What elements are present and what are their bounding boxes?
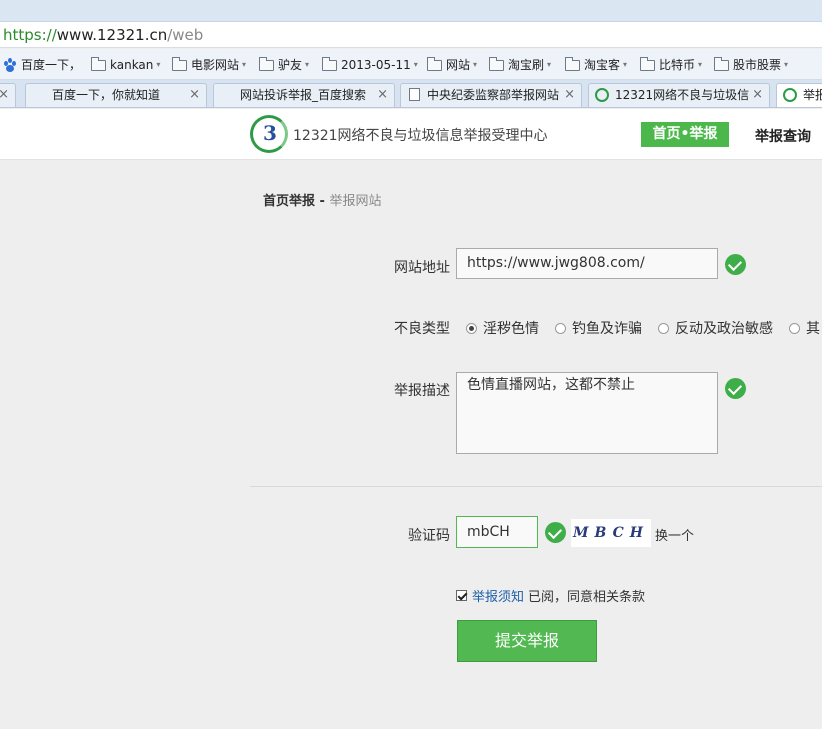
- description-label: 举报描述: [394, 383, 450, 399]
- folder-icon: [640, 56, 655, 71]
- baidu-paw-icon: [32, 88, 46, 102]
- radio-dot[interactable]: [789, 322, 800, 334]
- breadcrumb: 首页举报 - 举报网站: [263, 190, 381, 209]
- bookmark-folder-bitcoin[interactable]: 比特币 ▾: [640, 56, 702, 74]
- close-icon[interactable]: ×: [0, 84, 9, 106]
- address-bar[interactable]: https://www.12321.cn/web: [0, 21, 822, 48]
- check-circle-icon: [545, 522, 566, 543]
- tab-active-report[interactable]: 举报: [776, 83, 822, 107]
- chevron-down-icon: ▾: [156, 60, 161, 69]
- folder-icon: [714, 56, 729, 71]
- bookmark-folder-taobao-ke[interactable]: 淘宝客 ▾: [565, 56, 627, 74]
- radio-dot-selected[interactable]: [466, 322, 477, 334]
- captcha-image[interactable]: MBCH: [571, 519, 651, 547]
- chevron-down-icon: ▾: [473, 60, 478, 69]
- tab-12321[interactable]: 12321网络不良与垃圾信 ×: [588, 83, 770, 107]
- agreement-row: 举报须知 已阅，同意相关条款: [456, 586, 645, 605]
- url-path: /web: [167, 26, 204, 44]
- baidu-paw-icon: [220, 88, 234, 102]
- radio-porn[interactable]: 淫秽色情: [466, 318, 539, 338]
- captcha-label: 验证码: [408, 528, 450, 544]
- bookmark-folder-travel[interactable]: 驴友 ▾: [259, 56, 309, 74]
- document-icon: [409, 88, 420, 101]
- radio-dot[interactable]: [658, 322, 669, 334]
- close-icon[interactable]: ×: [564, 84, 575, 106]
- site-logo-icon[interactable]: 3: [250, 115, 288, 153]
- folder-icon: [427, 56, 442, 71]
- agreement-text: 已阅，同意相关条款: [528, 590, 646, 605]
- form-divider: [250, 486, 822, 487]
- radio-other[interactable]: 其: [789, 318, 820, 338]
- captcha-input[interactable]: mbCH: [456, 516, 538, 548]
- bookmark-folder-date[interactable]: 2013-05-11 ▾: [322, 56, 418, 74]
- radio-dot[interactable]: [555, 322, 566, 334]
- radio-political[interactable]: 反动及政治敏感: [658, 318, 773, 338]
- breadcrumb-current: 举报网站: [329, 194, 382, 209]
- close-icon[interactable]: ×: [189, 84, 200, 106]
- chevron-down-icon: ▾: [698, 60, 703, 69]
- bookmark-folder-sites[interactable]: 网站 ▾: [427, 56, 477, 74]
- folder-icon: [259, 56, 274, 71]
- close-icon[interactable]: ×: [752, 84, 763, 106]
- tab-ccdi[interactable]: 中央纪委监察部举报网站 ×: [400, 83, 582, 107]
- url-input[interactable]: https://www.jwg808.com/: [456, 248, 718, 279]
- nav-report-query[interactable]: 举报查询: [755, 126, 811, 146]
- url-host: www.12321.cn: [56, 26, 168, 44]
- agreement-checkbox[interactable]: [456, 590, 467, 601]
- bookmark-folder-taobao-brush[interactable]: 淘宝刷 ▾: [489, 56, 551, 74]
- tab-baidu-search[interactable]: 网站投诉举报_百度搜索 ×: [213, 83, 395, 107]
- baidu-paw-icon: [3, 58, 17, 72]
- address-url[interactable]: https://www.12321.cn/web: [3, 25, 203, 45]
- check-circle-icon: [725, 254, 746, 275]
- type-label: 不良类型: [394, 321, 450, 337]
- chevron-down-icon: ▾: [547, 60, 552, 69]
- bookmark-folder-stocks[interactable]: 股市股票 ▾: [714, 56, 788, 74]
- site-logo-icon: [595, 88, 609, 102]
- bookmarks-bar: 百度一下， kankan ▾ 电影网站 ▾ 驴友 ▾ 2013-05-11 ▾ 网站 ▾ …: [0, 49, 822, 80]
- nav-home-report[interactable]: 首页•举报: [641, 122, 729, 147]
- breadcrumb-separator: -: [315, 194, 330, 209]
- folder-icon: [322, 56, 337, 71]
- chevron-down-icon: ▾: [623, 60, 628, 69]
- close-icon[interactable]: ×: [377, 84, 388, 106]
- submit-report-button[interactable]: 提交举报: [457, 620, 597, 662]
- folder-icon: [172, 56, 187, 71]
- description-textarea[interactable]: 色情直播网站，这都不禁止: [456, 372, 718, 454]
- folder-icon: [91, 56, 106, 71]
- captcha-refresh-link[interactable]: 换一个: [655, 525, 694, 544]
- browser-title-strip: [0, 0, 822, 21]
- check-circle-icon: [725, 378, 746, 399]
- folder-icon: [565, 56, 580, 71]
- breadcrumb-home[interactable]: 首页举报: [263, 194, 315, 209]
- site-title: 12321网络不良与垃圾信息举报受理中心: [293, 128, 548, 144]
- tab-overflow-left[interactable]: ×: [0, 83, 16, 107]
- report-notice-link[interactable]: 举报须知: [472, 586, 524, 605]
- chevron-down-icon: ▾: [305, 60, 310, 69]
- site-logo-icon: [783, 88, 797, 102]
- chevron-down-icon: ▾: [413, 60, 418, 69]
- radio-phishing[interactable]: 钓鱼及诈骗: [555, 318, 642, 338]
- site-header: 3 12321网络不良与垃圾信息举报受理中心 首页•举报 举报查询: [0, 109, 822, 160]
- bookmark-baidu[interactable]: 百度一下，: [3, 56, 81, 74]
- bookmark-folder-movies[interactable]: 电影网站 ▾: [172, 56, 246, 74]
- bookmark-folder-kankan[interactable]: kankan ▾: [91, 56, 160, 74]
- url-scheme: https://: [3, 26, 57, 44]
- tab-bar: × 百度一下，你就知道 × 网站投诉举报_百度搜索 × 中央纪委监察部举报网站 …: [0, 80, 822, 108]
- chevron-down-icon: ▾: [242, 60, 247, 69]
- url-label: 网站地址: [394, 260, 450, 276]
- folder-icon: [489, 56, 504, 71]
- chevron-down-icon: ▾: [784, 60, 789, 69]
- tab-baidu[interactable]: 百度一下，你就知道 ×: [25, 83, 207, 107]
